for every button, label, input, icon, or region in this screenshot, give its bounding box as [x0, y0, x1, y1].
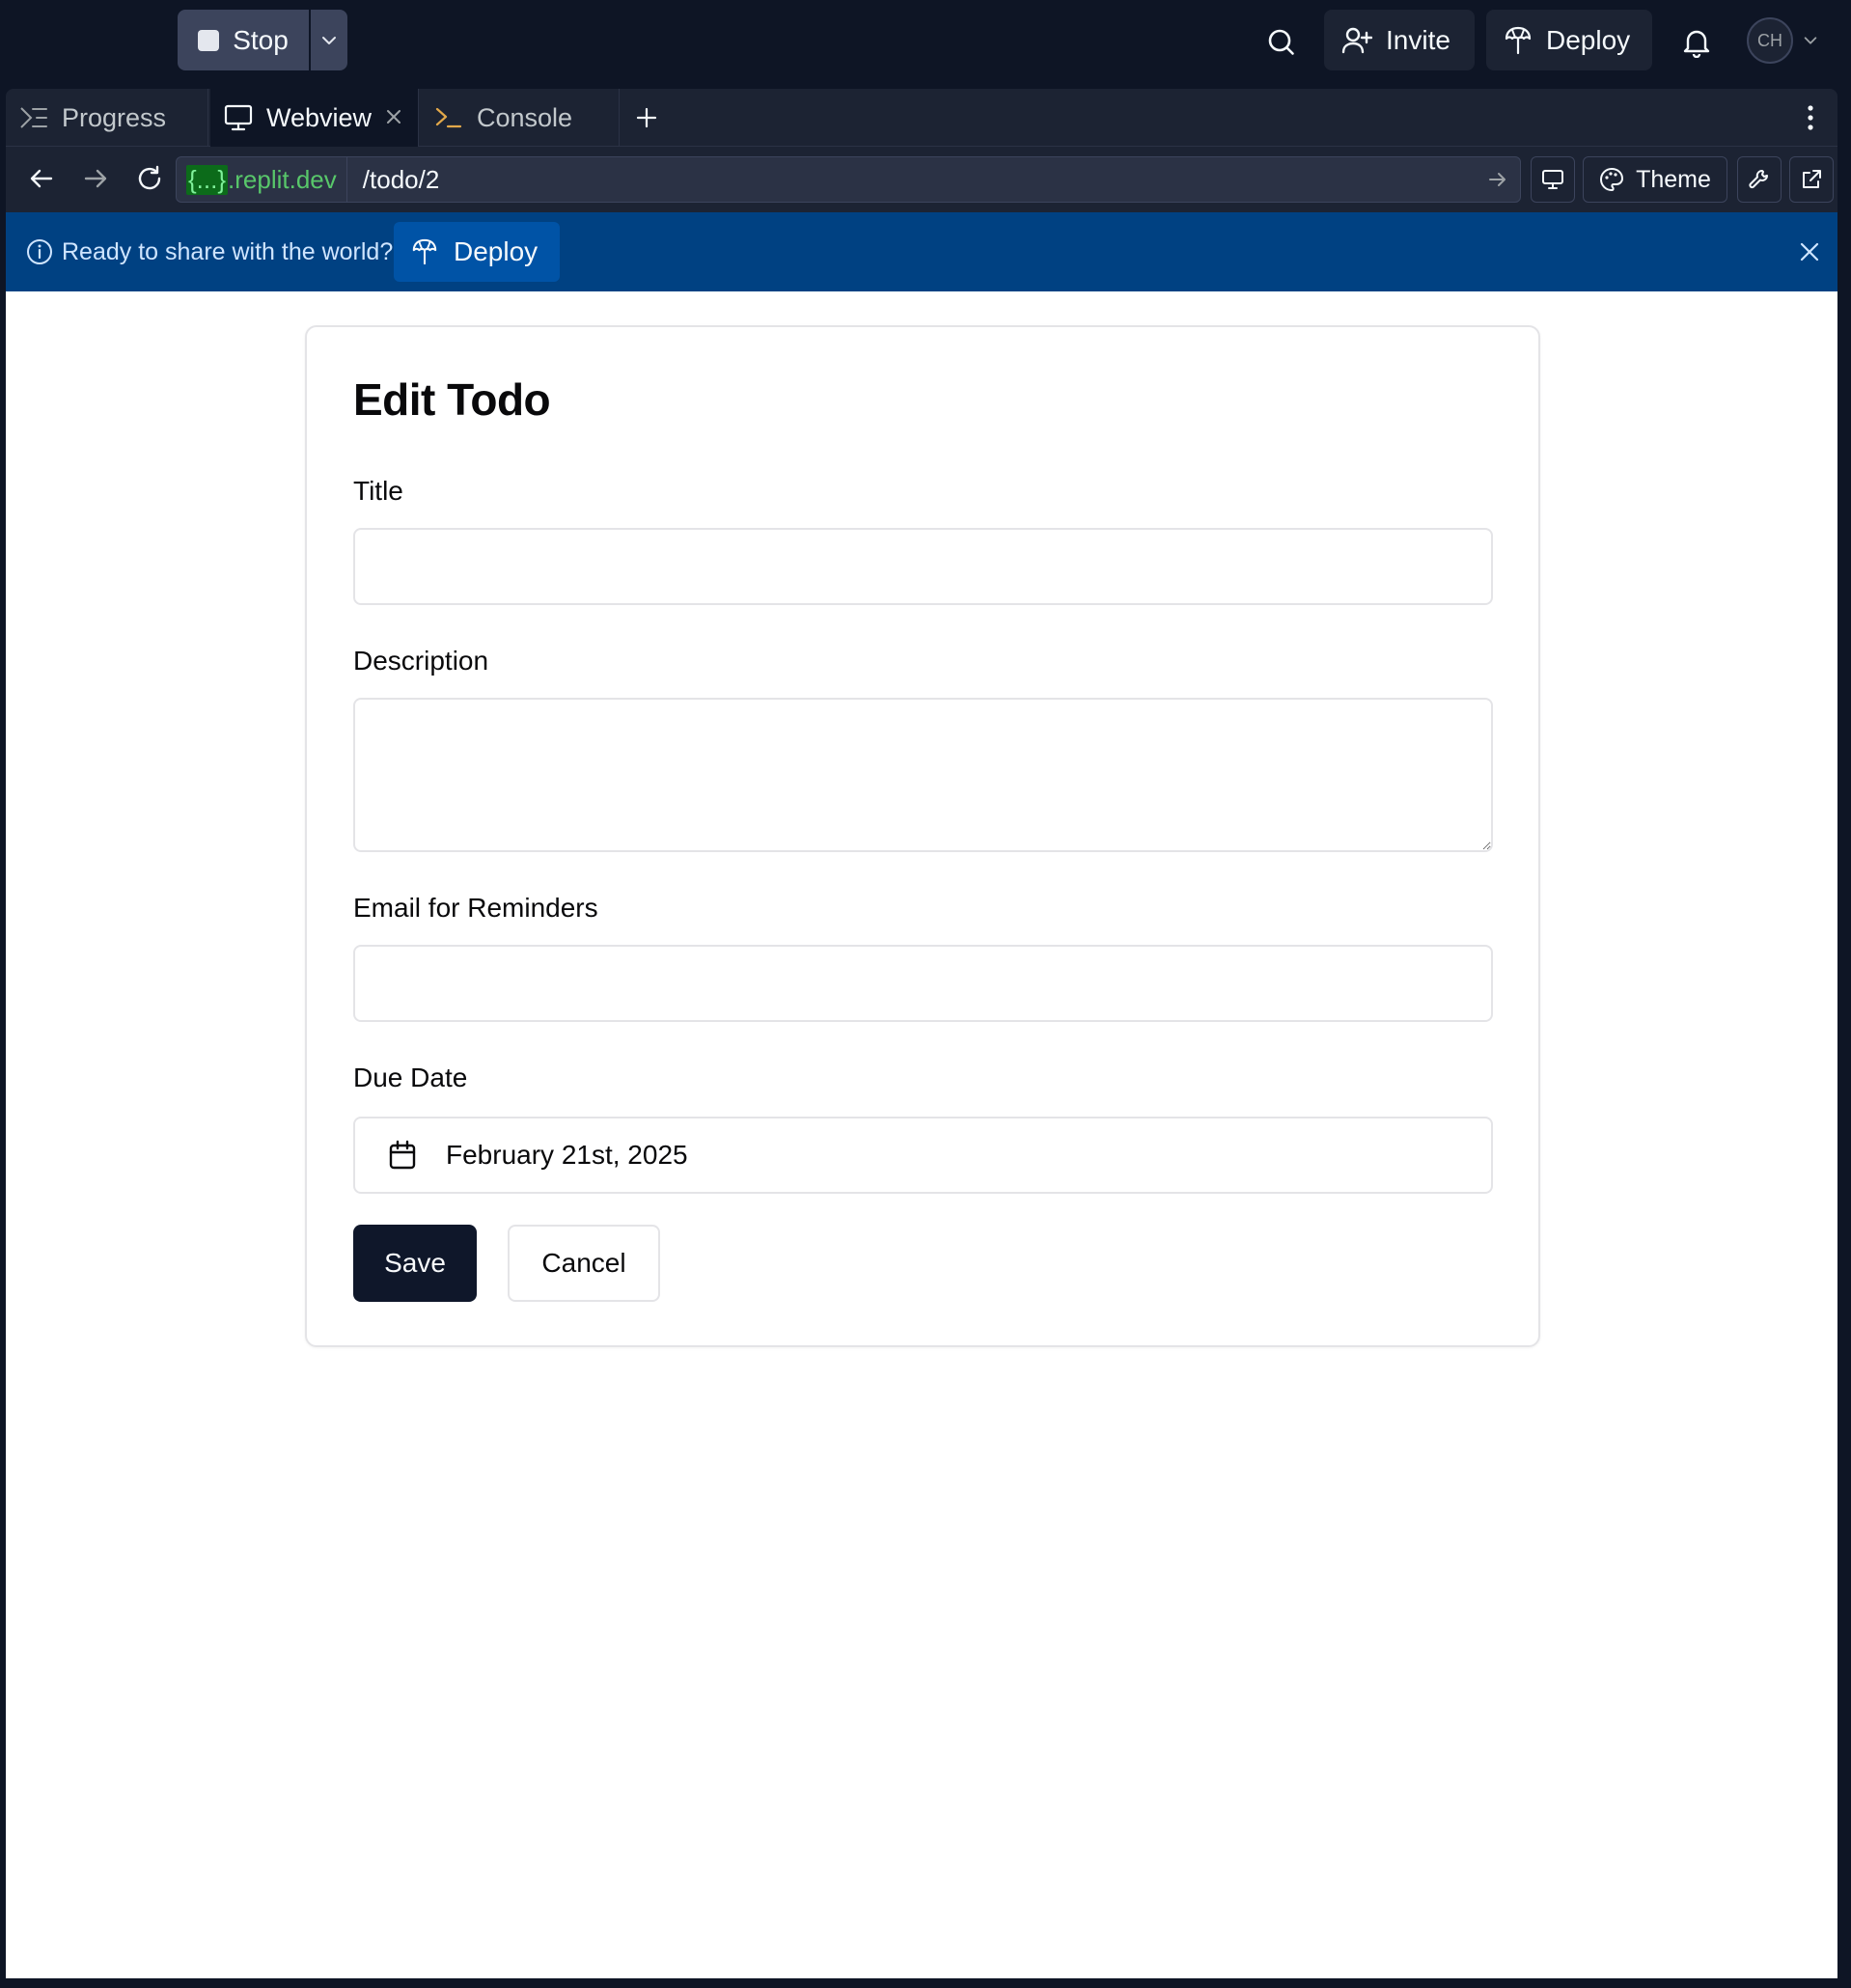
- due-date-label: Due Date: [353, 1063, 468, 1092]
- forward-button[interactable]: [79, 162, 112, 195]
- notifications-button[interactable]: [1675, 21, 1718, 64]
- close-icon: [1800, 242, 1819, 262]
- search-button[interactable]: [1260, 21, 1303, 64]
- tab-close-button[interactable]: [383, 106, 404, 127]
- tab-webview[interactable]: Webview: [210, 89, 419, 147]
- banner-deploy-label: Deploy: [454, 236, 539, 266]
- add-tab-button[interactable]: [631, 102, 662, 133]
- tab-console-label: Console: [477, 102, 573, 132]
- tab-bar: Progress Webview Console: [6, 89, 1837, 147]
- webview-panel: Progress Webview Console {...} .replit.d…: [6, 89, 1837, 1978]
- avatar-initials: CH: [1757, 30, 1782, 50]
- reload-button[interactable]: [133, 162, 166, 195]
- avatar[interactable]: CH: [1747, 17, 1793, 64]
- close-icon: [387, 110, 401, 124]
- more-vertical-icon: [1808, 105, 1813, 130]
- url-domain: {...} .replit.dev: [177, 157, 347, 202]
- back-button[interactable]: [25, 162, 58, 195]
- devtools-button[interactable]: [1737, 156, 1782, 203]
- tab-progress[interactable]: Progress: [6, 89, 208, 147]
- tab-webview-label: Webview: [266, 102, 373, 132]
- add-user-icon: [1341, 27, 1372, 53]
- stop-label: Stop: [233, 24, 289, 55]
- banner-message: Ready to share with the world?: [62, 238, 394, 265]
- arrow-left-icon: [30, 169, 53, 188]
- banner-deploy-button[interactable]: Deploy: [394, 222, 560, 282]
- terminal-icon: [435, 107, 462, 128]
- title-input[interactable]: [353, 528, 1493, 605]
- webview-content: Edit Todo Title Description Email for Re…: [6, 291, 1837, 1978]
- plus-icon: [636, 107, 657, 128]
- deploy-banner: Ready to share with the world? Deploy: [6, 212, 1837, 291]
- deploy-button[interactable]: Deploy: [1486, 10, 1652, 70]
- search-icon: [1268, 29, 1294, 55]
- theme-label: Theme: [1636, 165, 1711, 193]
- arrow-right-icon: [1489, 173, 1506, 186]
- arrow-right-icon: [84, 169, 107, 188]
- title-label: Title: [353, 476, 403, 506]
- external-link-icon: [1803, 170, 1821, 188]
- save-button[interactable]: Save: [353, 1225, 477, 1302]
- url-domain-suffix: .replit.dev: [228, 164, 337, 194]
- open-new-tab-button[interactable]: [1789, 156, 1834, 203]
- bell-icon: [1683, 30, 1710, 58]
- stop-button[interactable]: Stop: [178, 10, 309, 70]
- chevron-down-icon: [322, 36, 336, 44]
- chevron-down-icon: [1804, 37, 1817, 44]
- invite-label: Invite: [1386, 24, 1450, 55]
- url-domain-prefix: {...}: [186, 164, 229, 195]
- theme-button[interactable]: Theme: [1583, 156, 1727, 203]
- deploy-icon: [412, 238, 437, 265]
- refresh-icon: [138, 165, 161, 190]
- panel-menu-button[interactable]: [1799, 102, 1822, 133]
- tab-progress-label: Progress: [62, 102, 167, 132]
- tab-console[interactable]: Console: [421, 89, 620, 147]
- edit-todo-card: Edit Todo Title Description Email for Re…: [305, 325, 1540, 1347]
- stop-icon: [198, 29, 220, 51]
- due-date-value: February 21st, 2025: [446, 1140, 688, 1170]
- calendar-icon: [389, 1140, 416, 1170]
- url-bar: {...} .replit.dev /todo/2 Theme: [6, 147, 1837, 210]
- due-date-picker[interactable]: February 21st, 2025: [353, 1117, 1493, 1194]
- run-controls: Stop: [178, 10, 347, 70]
- description-label: Description: [353, 646, 489, 676]
- url-field[interactable]: {...} .replit.dev /todo/2: [176, 156, 1521, 203]
- invite-button[interactable]: Invite: [1324, 10, 1475, 70]
- progress-icon: [20, 107, 47, 128]
- deploy-icon: [1505, 26, 1532, 54]
- page-title: Edit Todo: [353, 374, 551, 425]
- email-label: Email for Reminders: [353, 893, 598, 923]
- email-input[interactable]: [353, 945, 1493, 1022]
- top-bar: Stop Invite Deploy CH: [0, 0, 1851, 89]
- description-textarea[interactable]: [353, 698, 1493, 852]
- run-options-button[interactable]: [311, 10, 347, 70]
- device-preview-button[interactable]: [1531, 156, 1575, 203]
- account-menu-button[interactable]: [1799, 29, 1822, 52]
- url-path[interactable]: /todo/2: [347, 165, 1520, 195]
- palette-icon: [1600, 167, 1624, 192]
- url-go-button[interactable]: [1487, 169, 1508, 190]
- info-icon: [25, 237, 54, 266]
- monitor-icon: [224, 104, 253, 131]
- banner-close-button[interactable]: [1797, 239, 1822, 264]
- deploy-label: Deploy: [1546, 24, 1631, 55]
- cancel-button[interactable]: Cancel: [508, 1225, 660, 1302]
- wrench-icon: [1749, 170, 1768, 189]
- monitor-icon: [1542, 170, 1563, 189]
